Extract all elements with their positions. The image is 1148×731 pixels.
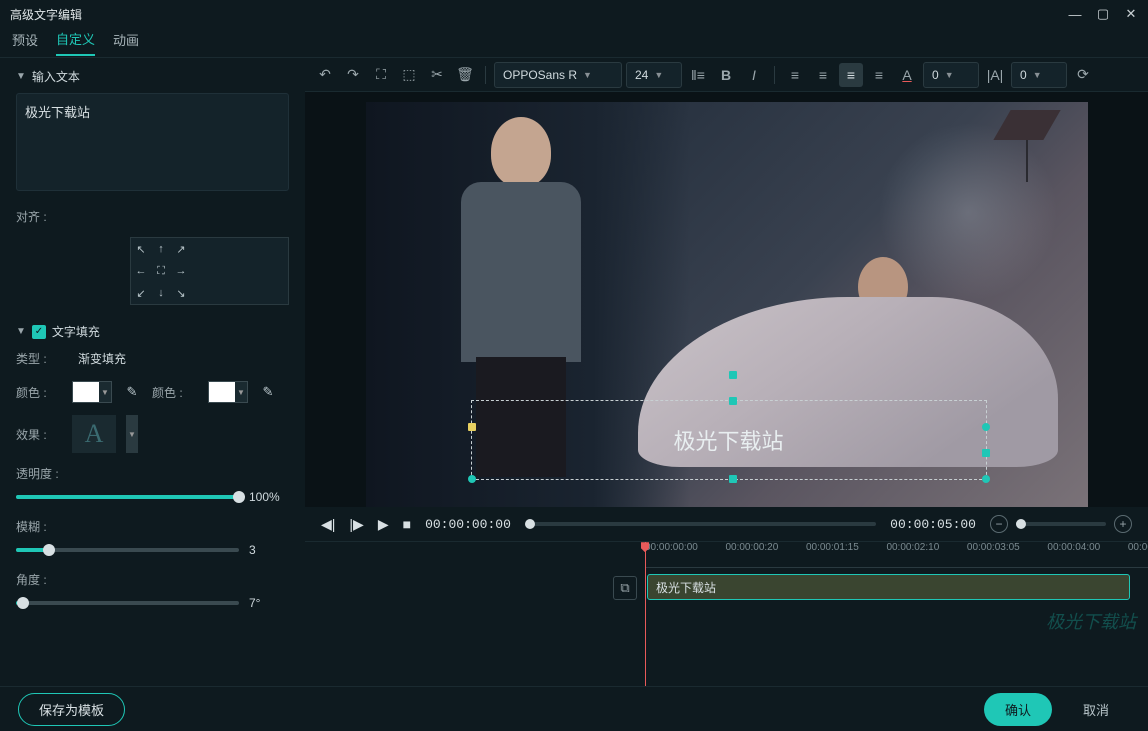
- current-time: 00:00:00:00: [425, 517, 511, 532]
- align-center-icon[interactable]: ≡: [811, 63, 835, 87]
- window-title: 高级文字编辑: [10, 6, 82, 23]
- redo-button[interactable]: ↷: [341, 63, 365, 87]
- color2-label: 颜色 :: [152, 384, 198, 401]
- overlay-text: 极光下载站: [673, 424, 783, 456]
- angle-slider[interactable]: [16, 601, 239, 605]
- align-right-icon[interactable]: ≡: [839, 63, 863, 87]
- maximize-button[interactable]: ▢: [1096, 7, 1110, 21]
- playback-slider[interactable]: [525, 522, 876, 526]
- layer-icon[interactable]: ⧉: [613, 576, 637, 600]
- align-bl[interactable]: ↙: [131, 282, 151, 304]
- align-justify-icon[interactable]: ≡: [867, 63, 891, 87]
- stop-button[interactable]: ■: [403, 516, 411, 532]
- letterspacing-icon[interactable]: |A|: [983, 63, 1007, 87]
- effect-label: 效果 :: [16, 426, 62, 443]
- opacity-label: 透明度 :: [16, 465, 289, 482]
- effect-preview[interactable]: A: [72, 415, 116, 453]
- refresh-icon[interactable]: ⟳: [1071, 63, 1095, 87]
- align-bc[interactable]: ↓: [151, 282, 171, 304]
- align-left-icon[interactable]: ≡: [783, 63, 807, 87]
- timeline-tick: 00:00:03:05: [967, 542, 1020, 553]
- text-input[interactable]: [16, 93, 289, 191]
- text-bounding-box[interactable]: 极光下载站: [471, 400, 987, 480]
- trim-icon[interactable]: ⬚: [397, 63, 421, 87]
- minimize-button[interactable]: —: [1068, 7, 1082, 21]
- spacing1-input[interactable]: 0▼: [923, 62, 979, 88]
- timeline-ruler[interactable]: 00:00:00:00 00:00:00:20 00:00:01:15 00:0…: [645, 542, 1148, 568]
- align-tc[interactable]: ↑: [151, 238, 171, 260]
- blur-value: 3: [249, 543, 289, 557]
- effect-dropdown[interactable]: ▼: [126, 415, 138, 453]
- tab-preset[interactable]: 预设: [12, 30, 38, 55]
- color1-swatch[interactable]: ▼: [72, 381, 112, 403]
- alignment-grid[interactable]: ↖ ↑ ↗ ← ⛶ → ↙ ↓ ↘: [130, 237, 289, 305]
- type-label: 类型 :: [16, 350, 62, 367]
- blur-slider[interactable]: [16, 548, 239, 552]
- timeline-tick: 00:00:01:15: [806, 542, 859, 553]
- text-color-icon[interactable]: A: [895, 63, 919, 87]
- spacing2-input[interactable]: 0▼: [1011, 62, 1067, 88]
- align-tl[interactable]: ↖: [131, 238, 151, 260]
- align-ml[interactable]: ←: [131, 260, 151, 282]
- chevron-down-icon[interactable]: ▼: [16, 71, 26, 82]
- timeline-tick: 00:00:0: [1128, 542, 1148, 553]
- blur-label: 模糊 :: [16, 518, 289, 535]
- timeline-tick: 00:00:00:20: [725, 542, 778, 553]
- italic-button[interactable]: I: [742, 63, 766, 87]
- undo-button[interactable]: ↶: [313, 63, 337, 87]
- chevron-down-icon[interactable]: ▼: [16, 326, 26, 337]
- opacity-value: 100%: [249, 490, 289, 504]
- fill-label: 文字填充: [52, 323, 100, 340]
- align-mc[interactable]: ⛶: [151, 260, 171, 282]
- zoom-in-button[interactable]: +: [1114, 515, 1132, 533]
- align-label: 对齐 :: [16, 208, 62, 225]
- size-select[interactable]: 24▼: [626, 62, 682, 88]
- bold-button[interactable]: B: [714, 63, 738, 87]
- color1-label: 颜色 :: [16, 384, 62, 401]
- align-mr[interactable]: →: [171, 260, 191, 282]
- tab-custom[interactable]: 自定义: [56, 29, 95, 56]
- zoom-slider[interactable]: [1016, 522, 1106, 526]
- playhead[interactable]: [645, 542, 646, 686]
- delete-icon[interactable]: 🗑: [453, 63, 477, 87]
- lineheight-icon[interactable]: ‖≡: [686, 63, 710, 87]
- angle-value: 7°: [249, 596, 289, 610]
- tab-animation[interactable]: 动画: [113, 30, 139, 55]
- prev-frame-button[interactable]: ◀|: [321, 516, 335, 533]
- eyedropper2-icon[interactable]: ✎: [258, 381, 278, 403]
- fill-checkbox[interactable]: ✓: [32, 325, 46, 339]
- opacity-slider[interactable]: [16, 495, 239, 499]
- confirm-button[interactable]: 确认: [984, 693, 1052, 726]
- total-time: 00:00:05:00: [890, 517, 976, 532]
- cancel-button[interactable]: 取消: [1062, 693, 1130, 726]
- align-br[interactable]: ↘: [171, 282, 191, 304]
- color2-swatch[interactable]: ▼: [208, 381, 248, 403]
- fill-type-select[interactable]: 渐变填充: [72, 348, 132, 369]
- timeline-tick: 00:00:04:00: [1047, 542, 1100, 553]
- timeline-tick: 00:00:00:00: [645, 542, 698, 553]
- save-template-button[interactable]: 保存为模板: [18, 693, 125, 726]
- angle-label: 角度 :: [16, 571, 289, 588]
- eyedropper1-icon[interactable]: ✎: [122, 381, 142, 403]
- next-frame-button[interactable]: |▶: [349, 516, 363, 533]
- play-button[interactable]: ▶: [378, 516, 389, 533]
- video-preview[interactable]: 极光下载站: [366, 102, 1088, 507]
- font-select[interactable]: OPPOSans R▼: [494, 62, 622, 88]
- input-text-label: 输入文本: [32, 68, 80, 85]
- crop-icon[interactable]: ⛶: [369, 63, 393, 87]
- timeline-tick: 00:00:02:10: [886, 542, 939, 553]
- text-clip[interactable]: 极光下载站: [647, 574, 1130, 600]
- align-tr[interactable]: ↗: [171, 238, 191, 260]
- zoom-out-button[interactable]: −: [990, 515, 1008, 533]
- cut-icon[interactable]: ✂: [425, 63, 449, 87]
- close-button[interactable]: ✕: [1124, 7, 1138, 21]
